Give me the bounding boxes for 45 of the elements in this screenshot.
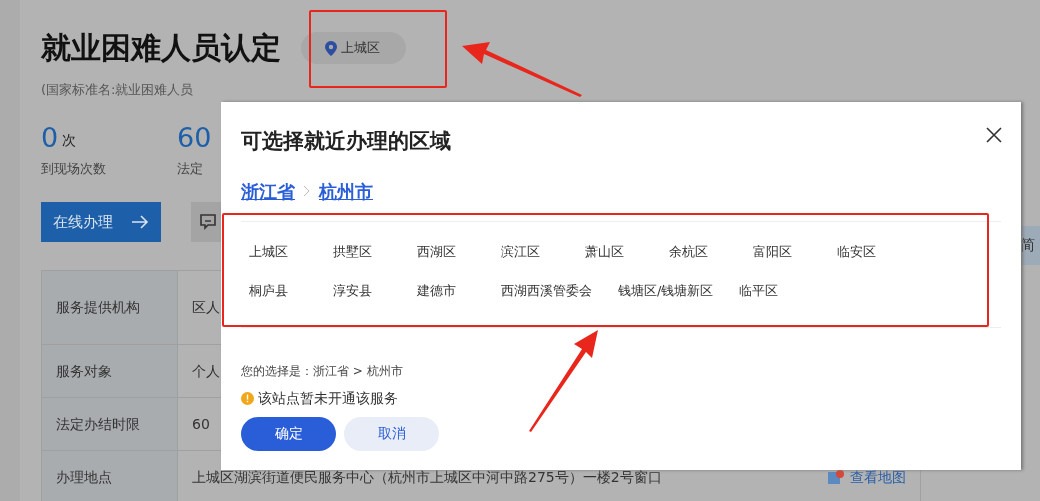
selection-text: 您的选择是：浙江省 > 杭州市 xyxy=(241,362,404,380)
notice-text: 该站点暂未开通该服务 xyxy=(258,388,398,408)
breadcrumb-link[interactable]: 杭州市 xyxy=(319,177,373,205)
table-cell-text: 上城区湖滨街道便民服务中心（杭州市上城区中河中路275号）一楼2号窗口 xyxy=(192,467,662,487)
district-option[interactable]: 桐庐县 xyxy=(249,271,307,311)
cancel-button[interactable]: 取消 xyxy=(344,416,439,451)
chevron-right-icon xyxy=(303,185,311,197)
table-cell-text: 区人 xyxy=(192,298,220,317)
stat-value: 60 xyxy=(177,123,212,151)
breadcrumb-link[interactable]: 浙江省 xyxy=(241,177,295,205)
district-option[interactable]: 西湖西溪管委会 xyxy=(501,271,592,311)
location-pin-icon xyxy=(325,40,337,56)
arrow-right-icon xyxy=(131,215,149,229)
district-option[interactable]: 富阳区 xyxy=(753,231,811,271)
stat-label: 法定 xyxy=(177,159,204,178)
stat-label: 到现场次数 xyxy=(41,159,107,178)
table-cell: 办理地点 xyxy=(41,450,178,501)
district-option[interactable]: 临平区 xyxy=(739,271,798,311)
confirm-button[interactable]: 确定 xyxy=(241,416,336,451)
service-subtitle: (国家标准名:就业困难人员 xyxy=(41,81,195,99)
stat-value: 0 xyxy=(41,123,59,151)
close-icon xyxy=(985,125,1003,144)
district-option[interactable]: 建德市 xyxy=(417,271,475,311)
table-cell: 法定办结时限 xyxy=(41,397,178,451)
table-cell-text: 个人 xyxy=(192,361,220,381)
map-icon xyxy=(828,469,846,485)
table-cell-text: 60 xyxy=(192,414,210,434)
district-option[interactable]: 余杭区 xyxy=(669,231,727,271)
online-apply-button[interactable]: 在线办理 xyxy=(41,202,161,242)
table-cell: 服务提供机构 xyxy=(41,270,178,345)
district-option[interactable]: 滨江区 xyxy=(501,231,559,271)
table-cell: 服务对象 xyxy=(41,344,178,398)
warning-icon xyxy=(241,391,254,405)
location-button[interactable]: 上城区 xyxy=(301,32,406,64)
district-option[interactable]: 钱塘区/钱塘新区 xyxy=(618,271,714,311)
district-option[interactable]: 临安区 xyxy=(837,231,895,271)
dialog-title: 可选择就近办理的区域 xyxy=(241,128,451,155)
district-option[interactable]: 上城区 xyxy=(249,231,307,271)
district-option[interactable]: 西湖区 xyxy=(417,231,475,271)
district-option[interactable]: 萧山区 xyxy=(585,231,643,271)
chat-icon xyxy=(199,213,217,231)
stat-unit: 次 xyxy=(62,130,77,150)
district-option[interactable]: 淳安县 xyxy=(333,271,391,311)
district-option[interactable]: 拱墅区 xyxy=(333,231,391,271)
page-title: 就业困难人员认定 xyxy=(41,30,281,66)
